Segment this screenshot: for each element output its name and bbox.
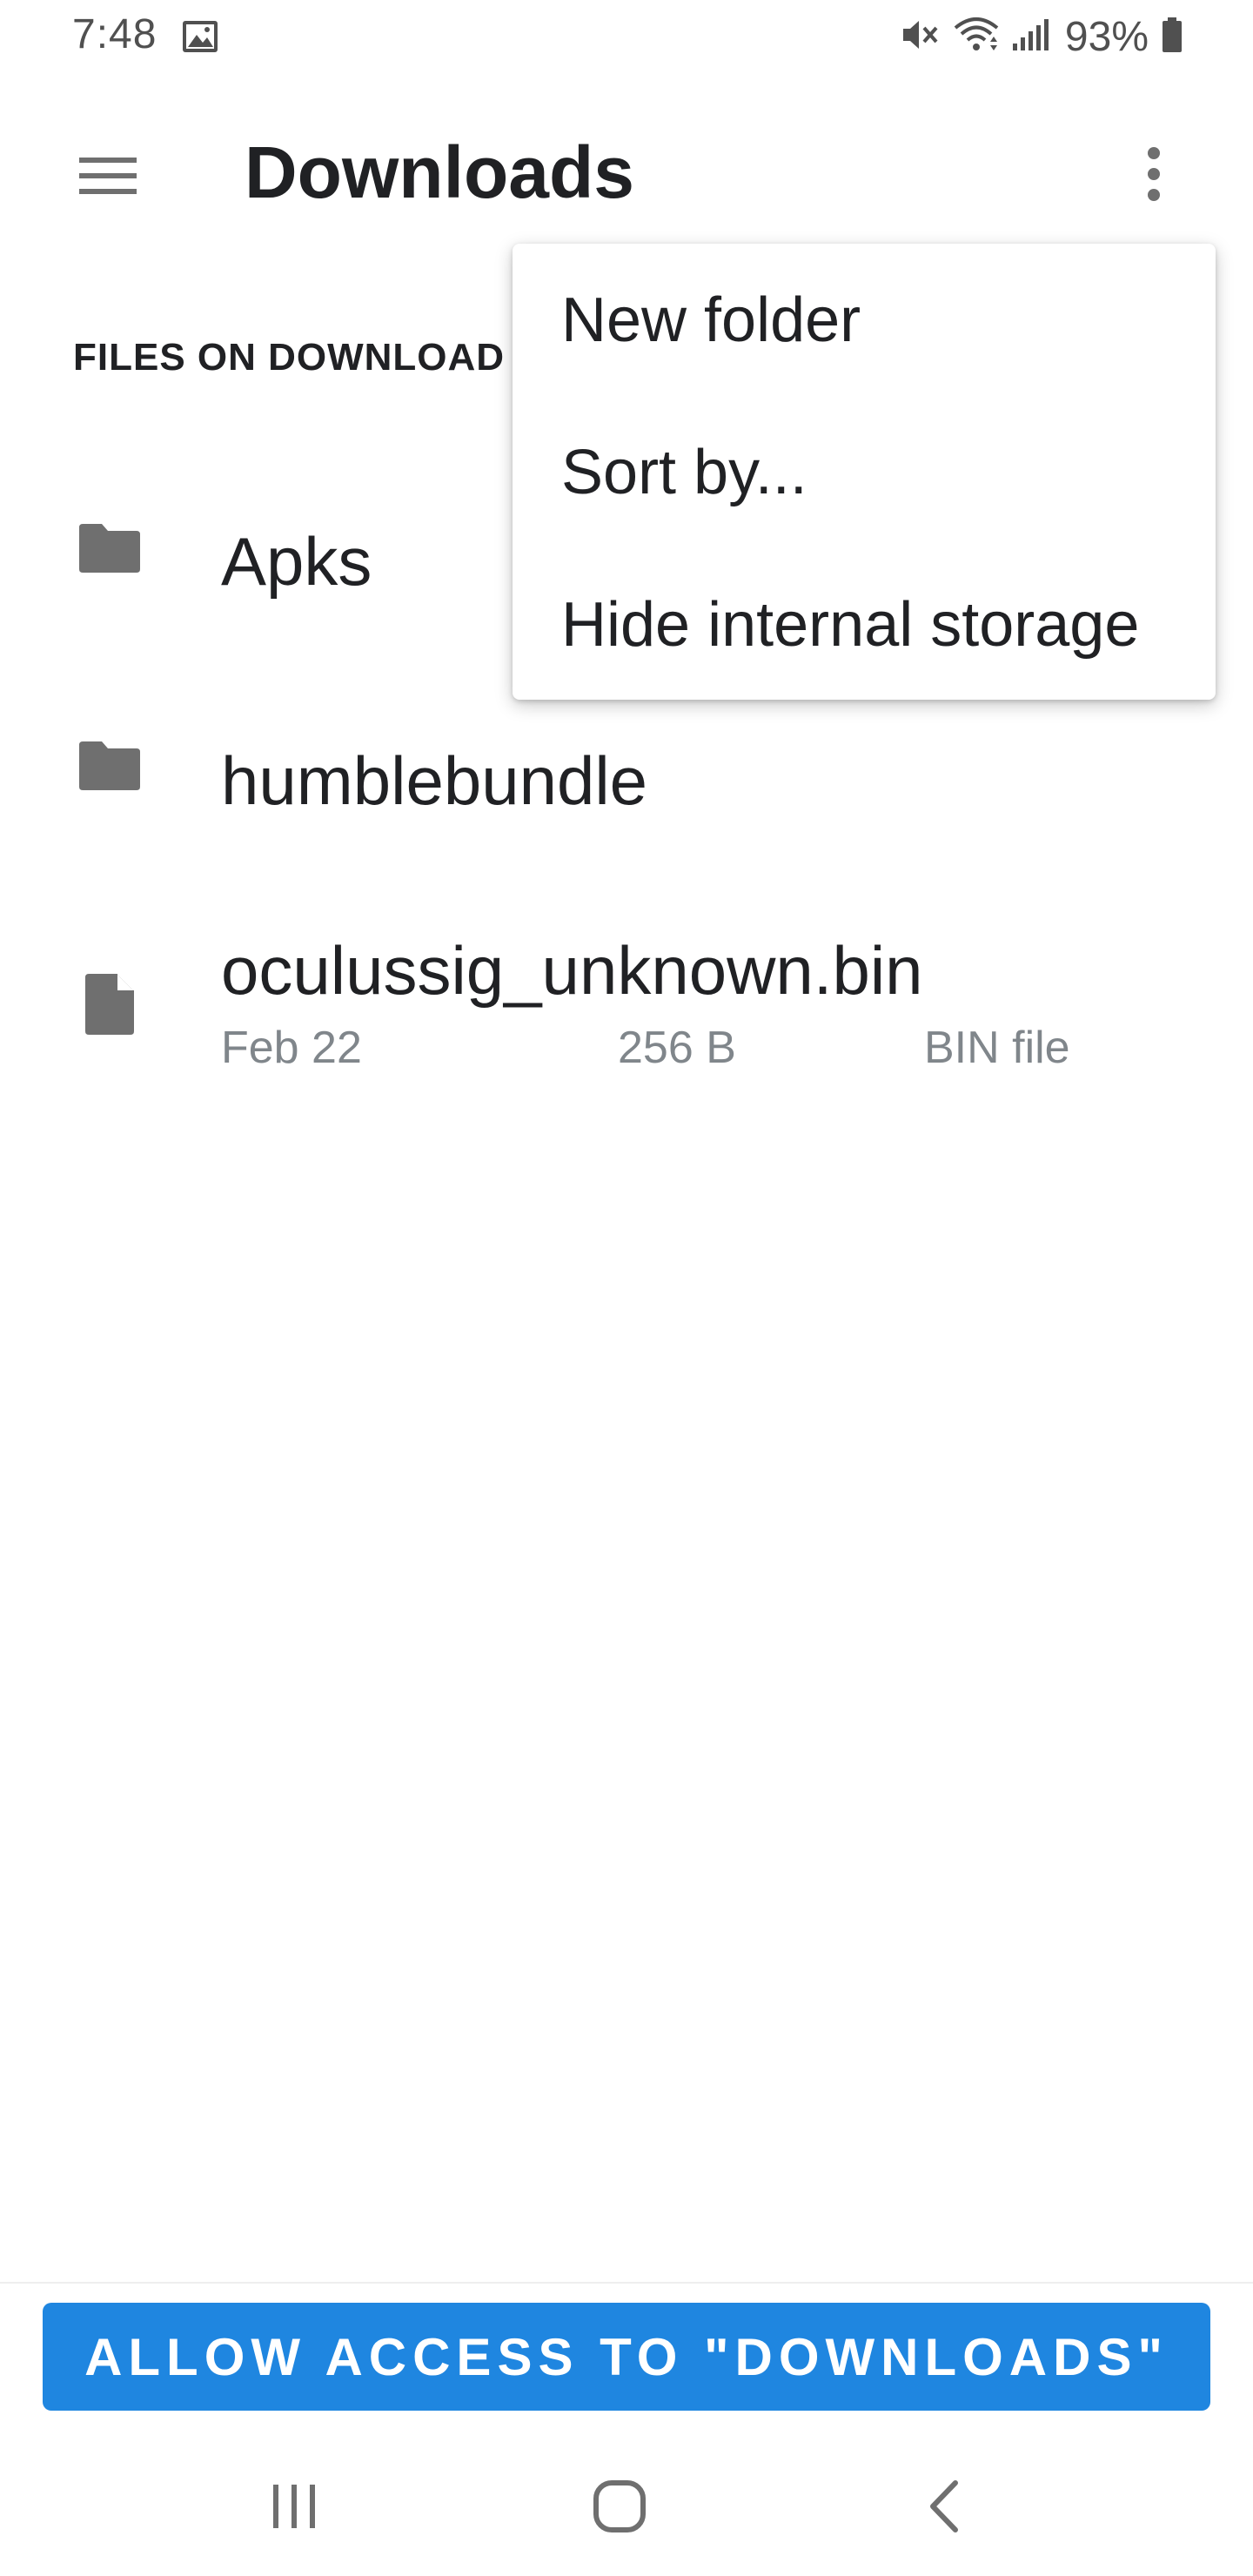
signal-icon xyxy=(1011,17,1049,57)
allow-access-button[interactable]: ALLOW ACCESS TO "DOWNLOADS" xyxy=(43,2303,1210,2411)
file-name: oculussig_unknown.bin xyxy=(221,932,923,1009)
file-size: 256 B xyxy=(618,1023,736,1073)
back-icon[interactable] xyxy=(901,2463,988,2550)
section-header: FILES ON DOWNLOAD xyxy=(73,336,506,379)
file-name: Apks xyxy=(221,523,372,600)
overflow-menu: New folder Sort by... Hide internal stor… xyxy=(513,244,1216,700)
folder-icon xyxy=(73,729,146,802)
bottom-divider xyxy=(0,2282,1253,2284)
menu-item-new-folder[interactable]: New folder xyxy=(513,244,1216,396)
menu-item-sort-by[interactable]: Sort by... xyxy=(513,396,1216,548)
menu-item-label: Sort by... xyxy=(561,437,807,507)
home-icon[interactable] xyxy=(576,2463,663,2550)
file-date: Feb 22 xyxy=(221,1023,362,1073)
status-icons: 93% xyxy=(900,12,1183,61)
nav-bar xyxy=(0,2428,1253,2576)
recent-apps-icon[interactable] xyxy=(251,2463,338,2550)
gallery-icon xyxy=(181,19,219,54)
status-time: 7:48 xyxy=(72,11,157,57)
page-title: Downloads xyxy=(245,131,635,213)
hamburger-menu-icon[interactable] xyxy=(66,134,150,218)
battery-icon xyxy=(1161,16,1183,58)
file-name: humblebundle xyxy=(221,742,648,819)
menu-item-hide-internal-storage[interactable]: Hide internal storage xyxy=(513,548,1216,701)
list-item-humblebundle[interactable]: humblebundle xyxy=(0,696,1253,870)
file-kind: BIN file xyxy=(924,1023,1070,1073)
status-bar: 7:48 93% xyxy=(0,0,1253,73)
wifi-icon xyxy=(952,16,1001,58)
folder-icon xyxy=(73,512,146,585)
list-item-oculussig[interactable]: oculussig_unknown.bin Feb 22 256 B BIN f… xyxy=(0,909,1253,1117)
menu-item-label: New folder xyxy=(561,285,861,355)
battery-percent: 93% xyxy=(1064,13,1149,60)
menu-item-label: Hide internal storage xyxy=(561,589,1140,660)
mute-icon xyxy=(900,16,941,58)
screen: 7:48 93% Downloads FILES ON DOWNLOAD Apk… xyxy=(0,0,1253,2576)
more-vert-icon[interactable] xyxy=(1110,131,1197,218)
file-icon xyxy=(73,968,146,1041)
